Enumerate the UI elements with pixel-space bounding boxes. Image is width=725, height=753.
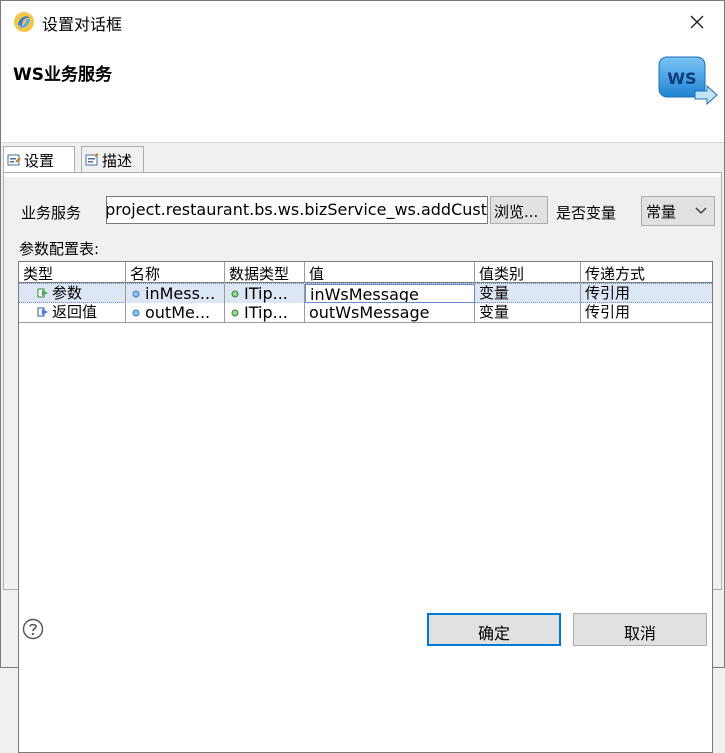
panel-top-strip [4,173,721,177]
page-title: WS业务服务 [13,65,112,85]
description-tab-icon [85,153,99,166]
service-label: 业务服务 [21,204,82,222]
service-input[interactable]: com.project.restaurant.bs.ws.bizService_… [106,196,488,224]
tab-description[interactable]: 描述 [81,146,144,173]
browse-button[interactable]: 浏览... [490,196,548,224]
title-bar: 设置对话框 [1,1,724,45]
help-icon[interactable] [22,618,44,640]
column-header-pass-mode[interactable]: 传递方式 [581,262,712,283]
table-header: 类型 名称 数据类型 值 值类别 传递方式 [19,262,712,283]
row-value-kind-cell[interactable]: 变量 [475,303,581,322]
field-dot-icon [132,290,140,298]
type-dot-icon [231,290,239,298]
settings-dialog: 设置对话框 WS业务服务 WS 设置 描述 业务服务 com.project.r… [0,0,725,753]
app-logo-icon [14,12,34,32]
variable-select[interactable]: 常量 [641,196,715,226]
row-name-cell: inMess... [126,284,225,303]
tab-description-label: 描述 [102,152,133,170]
web-service-icon: WS [658,56,718,106]
row-value-kind-cell[interactable]: 变量 [475,284,581,303]
variable-label: 是否变量 [556,204,617,222]
field-dot-icon [132,309,140,317]
tab-settings-label: 设置 [24,152,55,170]
tab-settings[interactable]: 设置 [3,146,75,174]
row-type-cell: 参数 [19,284,126,303]
params-table: 类型 名称 数据类型 值 值类别 传递方式 参数 inMess... ITip.… [18,261,713,753]
window-title: 设置对话框 [42,15,123,34]
row-value-cell[interactable]: outWsMessage [305,303,475,322]
row-value-cell[interactable]: inWsMessage [305,284,475,303]
return-value-icon [37,307,48,317]
column-header-datatype[interactable]: 数据类型 [225,262,305,283]
column-header-value-kind[interactable]: 值类别 [475,262,581,283]
column-header-name[interactable]: 名称 [126,262,225,283]
row-type-cell: 返回值 [19,303,126,322]
row-datatype-cell: ITip... [225,303,305,322]
close-icon[interactable] [684,9,710,35]
params-label: 参数配置表: [19,240,100,258]
row-pass-mode-cell[interactable]: 传引用 [581,284,712,303]
dialog-header: WS业务服务 WS [1,45,724,143]
input-param-icon [37,288,48,298]
row-pass-mode-cell[interactable]: 传引用 [581,303,712,322]
column-header-value[interactable]: 值 [305,262,475,283]
service-value: com.project.restaurant.bs.ws.bizService_… [106,200,487,219]
variable-select-value: 常量 [646,203,677,221]
chevron-down-icon [695,207,707,214]
row-datatype-cell: ITip... [225,284,305,303]
row-name-cell: outMe... [126,303,225,322]
type-dot-icon [231,309,239,317]
ws-logo-text: WS [667,69,696,88]
table-row[interactable]: 返回值 outMe... ITip... outWsMessage 变量 传引用 [19,303,712,323]
ok-button[interactable]: 确定 [427,613,561,646]
cancel-button[interactable]: 取消 [573,613,707,646]
table-row[interactable]: 参数 inMess... ITip... inWsMessage 变量 传引用 [19,283,712,303]
settings-panel: 业务服务 com.project.restaurant.bs.ws.bizSer… [3,172,722,753]
settings-tab-icon [7,154,21,166]
column-header-type[interactable]: 类型 [19,262,126,283]
